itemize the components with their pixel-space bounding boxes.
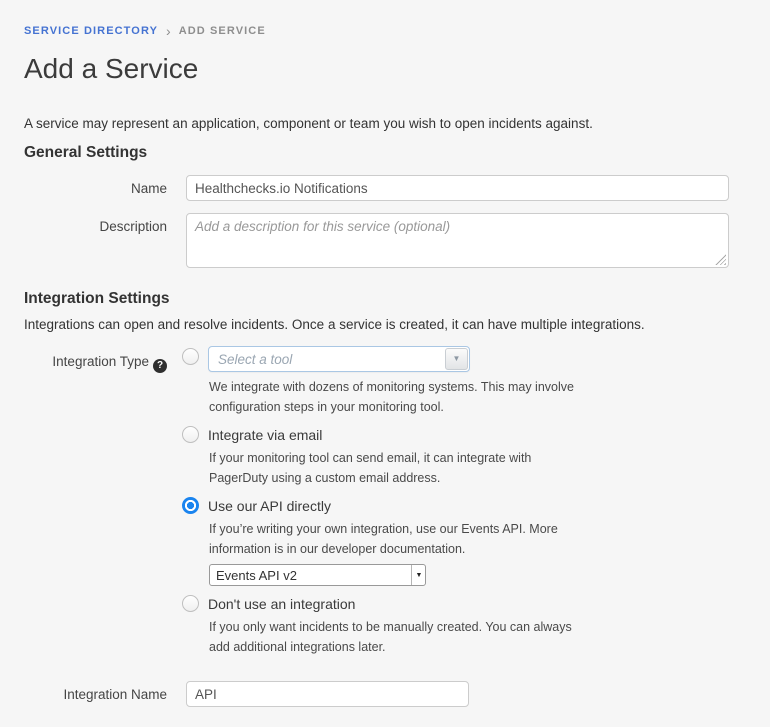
api-option-label[interactable]: Use our API directly xyxy=(208,497,331,514)
email-help-text: If your monitoring tool can send email, … xyxy=(209,448,748,488)
integration-type-options: Select a tool ▼ We integrate with dozens… xyxy=(182,348,748,657)
select-tool-help-text: We integrate with dozens of monitoring s… xyxy=(209,377,748,417)
integration-name-row: Integration Name xyxy=(24,681,748,707)
name-label: Name xyxy=(24,175,186,196)
add-service-page: SERVICE DIRECTORY › ADD SERVICE Add a Se… xyxy=(0,0,770,727)
page-intro-text: A service may represent an application, … xyxy=(24,116,748,131)
breadcrumb-current: ADD SERVICE xyxy=(179,25,266,37)
events-api-version-select[interactable]: Events API v2 xyxy=(209,564,426,586)
integration-settings-heading: Integration Settings xyxy=(24,290,748,308)
general-settings-heading: General Settings xyxy=(24,144,748,162)
integration-type-label: Integration Type? xyxy=(24,348,186,373)
select-tool-dropdown[interactable]: Select a tool ▼ xyxy=(208,346,470,372)
integration-name-input[interactable] xyxy=(186,681,469,707)
no-integration-help-text: If you only want incidents to be manuall… xyxy=(209,617,748,657)
option-select-tool: Select a tool ▼ We integrate with dozens… xyxy=(182,348,748,417)
api-radio[interactable] xyxy=(182,497,199,514)
email-radio[interactable] xyxy=(182,426,199,443)
service-name-input[interactable] xyxy=(186,175,729,201)
option-email: Integrate via email If your monitoring t… xyxy=(182,426,748,488)
api-help-text: If you’re writing your own integration, … xyxy=(209,519,748,559)
chevron-down-icon: ▼ xyxy=(453,355,461,363)
chevron-right-icon: › xyxy=(166,24,171,38)
description-row: Description xyxy=(24,213,748,268)
description-label: Description xyxy=(24,213,186,234)
integration-type-label-text: Integration Type xyxy=(52,354,149,369)
dropdown-button[interactable]: ▼ xyxy=(445,348,468,370)
option-none: Don't use an integration If you only wan… xyxy=(182,595,748,657)
integration-intro-text: Integrations can open and resolve incide… xyxy=(24,317,748,332)
service-description-textarea[interactable] xyxy=(186,213,729,268)
name-row: Name xyxy=(24,175,748,201)
select-tool-radio[interactable] xyxy=(182,348,199,365)
integration-type-row: Integration Type? Select a tool ▼ xyxy=(24,348,748,657)
integration-name-label: Integration Name xyxy=(24,681,186,702)
no-integration-option-label[interactable]: Don't use an integration xyxy=(208,595,355,612)
option-api: Use our API directly If you’re writing y… xyxy=(182,497,748,586)
page-title: Add a Service xyxy=(24,53,748,85)
breadcrumb-service-directory-link[interactable]: SERVICE DIRECTORY xyxy=(24,25,158,37)
breadcrumb: SERVICE DIRECTORY › ADD SERVICE xyxy=(24,24,748,38)
help-icon[interactable]: ? xyxy=(153,359,167,373)
email-option-label[interactable]: Integrate via email xyxy=(208,426,322,443)
no-integration-radio[interactable] xyxy=(182,595,199,612)
select-tool-placeholder: Select a tool xyxy=(209,352,445,367)
